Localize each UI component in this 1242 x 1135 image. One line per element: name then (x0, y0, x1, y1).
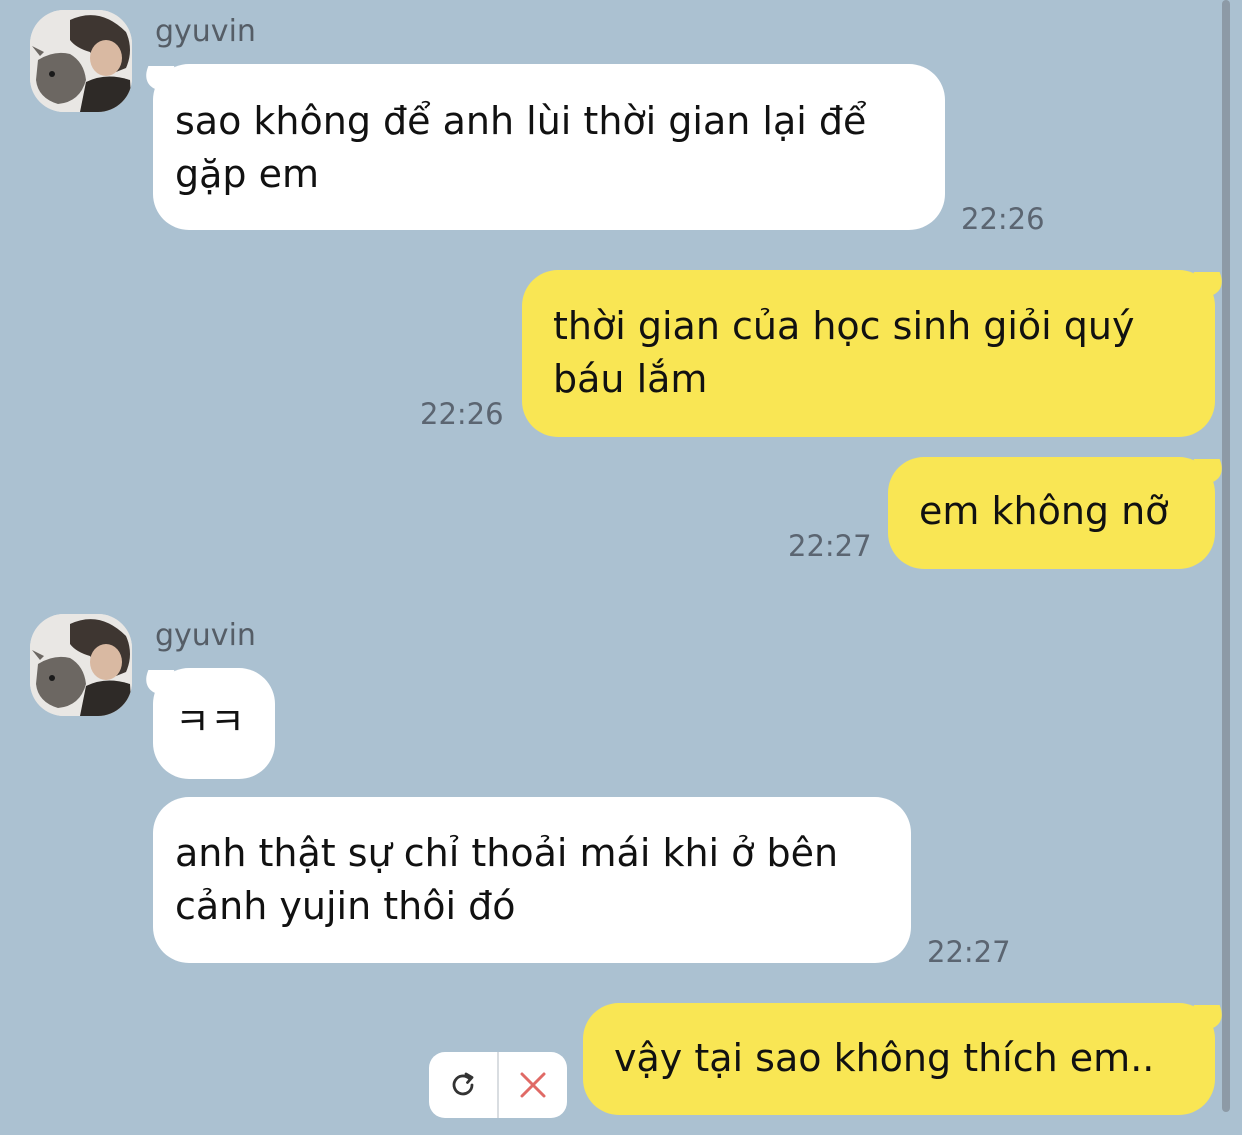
message-bubble-outgoing-failed[interactable]: vậy tại sao không thích em.. (583, 1003, 1215, 1115)
message-bubble-outgoing[interactable]: thời gian của học sinh giỏi quý báu lắm (522, 270, 1215, 437)
close-icon (520, 1072, 546, 1098)
message-bubble-incoming[interactable]: ㅋㅋ (153, 668, 275, 779)
delete-button[interactable] (497, 1052, 567, 1118)
failed-message-actions (429, 1052, 567, 1118)
avatar[interactable] (30, 10, 132, 112)
message-text: em không nỡ (919, 489, 1169, 533)
retry-button[interactable] (429, 1052, 497, 1118)
avatar[interactable] (30, 614, 132, 716)
message-bubble-incoming[interactable]: anh thật sự chỉ thoải mái khi ở bên cảnh… (153, 797, 911, 963)
message-text: anh thật sự chỉ thoải mái khi ở bên cảnh… (175, 831, 839, 928)
message-timestamp: 22:26 (961, 202, 1045, 236)
sender-name: gyuvin (155, 14, 256, 49)
message-text: thời gian của học sinh giỏi quý báu lắm (553, 304, 1135, 401)
message-bubble-outgoing[interactable]: em không nỡ (888, 457, 1215, 569)
message-text: vậy tại sao không thích em.. (614, 1036, 1155, 1080)
message-text: sao không để anh lùi thời gian lại để gặ… (175, 99, 867, 196)
message-text: ㅋㅋ (175, 700, 245, 744)
sender-name: gyuvin (155, 618, 256, 653)
message-timestamp: 22:26 (420, 397, 504, 431)
message-timestamp: 22:27 (927, 935, 1011, 969)
message-timestamp: 22:27 (788, 529, 872, 563)
message-bubble-incoming[interactable]: sao không để anh lùi thời gian lại để gặ… (153, 64, 945, 230)
refresh-icon (452, 1072, 474, 1096)
chat-screen: { "chat": { "messages": [ {"sender": "gy… (0, 0, 1242, 1135)
scrollbar[interactable] (1222, 0, 1230, 1112)
